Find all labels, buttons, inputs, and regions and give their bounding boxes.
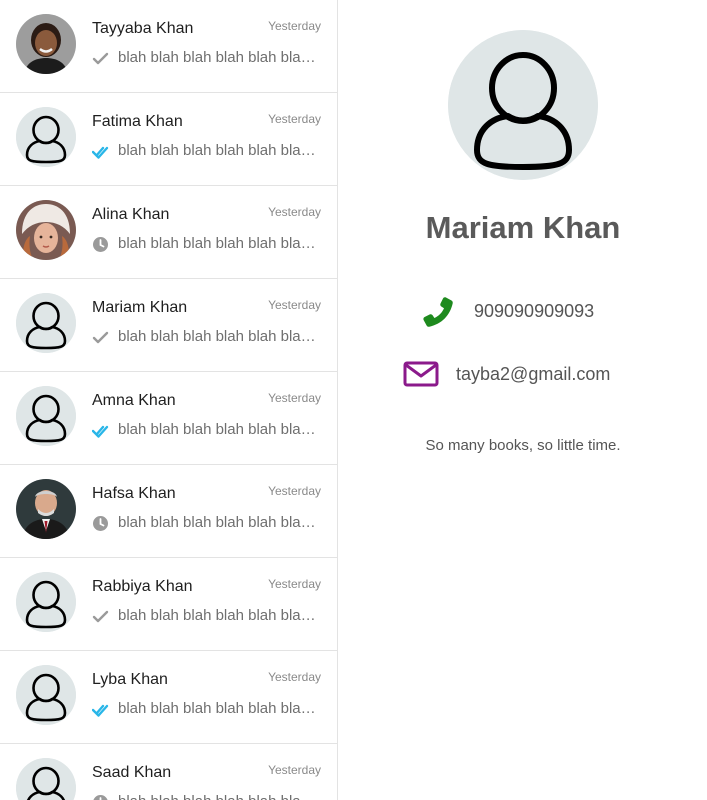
message-status xyxy=(92,701,109,718)
chat-time: Yesterday xyxy=(268,577,321,591)
message-preview: blah blah blah blah blah blah blah xyxy=(118,514,318,531)
chat-name: Hafsa Khan xyxy=(92,485,176,502)
message-preview: blah blah blah blah blah blah blah xyxy=(118,793,318,800)
message-status xyxy=(92,236,109,253)
chat-list-item[interactable]: Lyba Khan Yesterday blah blah blah blah b… xyxy=(0,651,337,744)
chat-time: Yesterday xyxy=(268,391,321,405)
double-check-icon xyxy=(92,146,109,159)
clock-icon xyxy=(93,516,108,531)
chat-list-item[interactable]: Alina Khan Yesterday blah blah blah blah … xyxy=(0,186,337,279)
default-user-icon xyxy=(16,572,76,632)
chat-list-item[interactable]: Fatima Khan Yesterday blah blah blah blah… xyxy=(0,93,337,186)
avatar xyxy=(16,665,76,725)
clock-icon xyxy=(93,237,108,252)
message-status xyxy=(92,143,109,160)
chat-list-item[interactable]: Saad Khan Yesterday blah blah blah blah b… xyxy=(0,744,337,800)
mail-icon[interactable] xyxy=(403,360,439,388)
message-status xyxy=(92,329,109,346)
avatar xyxy=(16,758,76,800)
photo-avatar-icon xyxy=(16,479,76,539)
chat-name: Fatima Khan xyxy=(92,113,183,130)
chat-time: Yesterday xyxy=(268,763,321,777)
chat-time: Yesterday xyxy=(268,19,321,33)
avatar xyxy=(16,386,76,446)
clock-icon xyxy=(93,795,108,800)
avatar xyxy=(16,14,76,74)
avatar xyxy=(16,200,76,260)
avatar xyxy=(16,572,76,632)
chat-name: Mariam Khan xyxy=(92,299,188,316)
message-status xyxy=(92,422,109,439)
default-user-icon xyxy=(16,386,76,446)
contact-detail-panel: Mariam Khan 909090909093 tayba2@gmail.co… xyxy=(339,0,707,800)
default-user-icon xyxy=(16,665,76,725)
message-preview: blah blah blah blah blah blah blah xyxy=(118,421,318,438)
contact-phone[interactable]: 909090909093 xyxy=(474,301,594,322)
chat-time: Yesterday xyxy=(268,298,321,312)
default-user-icon xyxy=(448,30,598,180)
check-icon xyxy=(92,331,109,344)
chat-list-item[interactable]: Amna Khan Yesterday blah blah blah blah b… xyxy=(0,372,337,465)
check-icon xyxy=(92,610,109,623)
default-user-icon xyxy=(16,758,76,800)
message-preview: blah blah blah blah blah blah blah xyxy=(118,235,318,252)
chat-name: Saad Khan xyxy=(92,764,172,781)
contact-name: Mariam Khan xyxy=(425,210,621,245)
photo-avatar-icon xyxy=(16,14,76,74)
message-status xyxy=(92,50,109,67)
avatar xyxy=(16,107,76,167)
contact-email[interactable]: tayba2@gmail.com xyxy=(456,364,610,385)
message-preview: blah blah blah blah blah blah blah xyxy=(118,700,318,717)
chat-time: Yesterday xyxy=(268,484,321,498)
message-preview: blah blah blah blah blah blah blah xyxy=(118,607,318,624)
chat-list-sidebar: Tayyaba Khan Yesterday blah blah blah bla… xyxy=(0,0,338,800)
chat-name: Alina Khan xyxy=(92,206,170,223)
photo-avatar-icon xyxy=(16,200,76,260)
chat-time: Yesterday xyxy=(268,670,321,684)
default-user-icon xyxy=(16,107,76,167)
double-check-icon xyxy=(92,425,109,438)
contact-avatar xyxy=(448,30,598,180)
contact-status-message: So many books, so little time. xyxy=(425,437,621,454)
phone-icon[interactable] xyxy=(422,296,456,330)
chat-time: Yesterday xyxy=(268,205,321,219)
message-preview: blah blah blah blah blah blah blah xyxy=(118,142,318,159)
chat-name: Amna Khan xyxy=(92,392,176,409)
chat-list-item[interactable]: Mariam Khan Yesterday blah blah blah blah… xyxy=(0,279,337,372)
chat-list-item[interactable]: Tayyaba Khan Yesterday blah blah blah bla… xyxy=(0,0,337,93)
chat-time: Yesterday xyxy=(268,112,321,126)
check-icon xyxy=(92,52,109,65)
double-check-icon xyxy=(92,704,109,717)
default-user-icon xyxy=(16,293,76,353)
avatar xyxy=(16,293,76,353)
chat-name: Tayyaba Khan xyxy=(92,20,194,37)
chat-list-item[interactable]: Hafsa Khan Yesterday blah blah blah blah … xyxy=(0,465,337,558)
message-status xyxy=(92,608,109,625)
avatar xyxy=(16,479,76,539)
message-status xyxy=(92,794,109,800)
chat-name: Rabbiya Khan xyxy=(92,578,193,595)
chat-name: Lyba Khan xyxy=(92,671,168,688)
message-preview: blah blah blah blah blah blah blah xyxy=(118,49,318,66)
message-preview: blah blah blah blah blah blah blah xyxy=(118,328,318,345)
message-status xyxy=(92,515,109,532)
chat-list-item[interactable]: Rabbiya Khan Yesterday blah blah blah bla… xyxy=(0,558,337,651)
